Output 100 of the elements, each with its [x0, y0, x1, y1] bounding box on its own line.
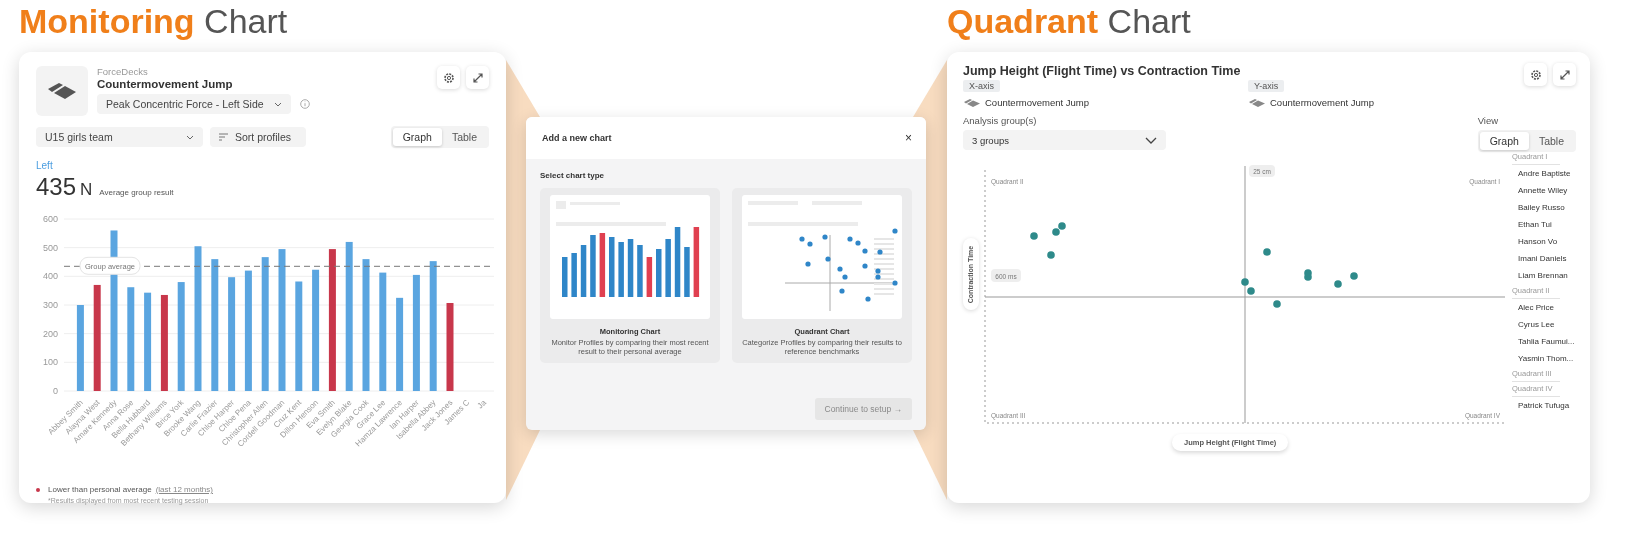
profile-name[interactable]: Liam Brennan: [1512, 267, 1576, 284]
data-point: [892, 228, 898, 234]
placeholder-line: [874, 283, 894, 285]
chevron-icon: [186, 134, 194, 140]
expand-button[interactable]: [466, 66, 489, 89]
section-heading: Monitoring Chart: [19, 1, 289, 42]
field-label: Analysis group(s): [963, 115, 1037, 126]
profile-name[interactable]: Imani Daniels: [1512, 250, 1576, 267]
sort-icon: [219, 133, 229, 141]
bar: [665, 239, 671, 297]
bar: [646, 257, 653, 297]
test-icon: [1248, 97, 1266, 108]
data-point: [825, 256, 831, 262]
bar: [571, 253, 577, 297]
metric-dropdown[interactable]: Peak Concentric Force - Left Side: [97, 94, 291, 114]
data-point: [862, 263, 868, 269]
profile-name[interactable]: Alec Price: [1512, 299, 1576, 316]
data-point: [855, 240, 861, 246]
section-heading: Quadrant Chart: [947, 1, 1192, 42]
profile-name[interactable]: Annette Wiley: [1512, 182, 1576, 199]
dialog-title: Add a new chart: [542, 133, 612, 143]
data-point: [839, 288, 845, 294]
value-caption: Average group result: [99, 188, 174, 197]
side-label: Left: [36, 160, 54, 171]
profile-name[interactable]: Bailey Russo: [1512, 199, 1576, 216]
settings-button[interactable]: [1524, 63, 1547, 86]
bar: [562, 257, 568, 297]
data-point: [1273, 300, 1281, 308]
data-point: [807, 241, 813, 247]
chart-title: Jump Height (Flight Time) vs Contraction Time: [963, 64, 1241, 78]
axis-tick-label: 200: [42, 328, 58, 339]
axis-tick-label: 0: [53, 386, 58, 396]
bar: [599, 233, 606, 297]
data-point: [1030, 232, 1038, 240]
source-name: ForceDecks: [97, 66, 148, 77]
bar: [590, 235, 596, 297]
data-point: [1334, 280, 1342, 288]
data-point: [847, 236, 853, 242]
bar: [609, 237, 615, 297]
legend-label: Lower than personal average: [48, 485, 152, 494]
axis-tick-label: 600: [42, 214, 58, 224]
close-button[interactable]: ×: [905, 131, 912, 145]
test-name: Countermovement Jump: [97, 78, 233, 90]
expand-button[interactable]: [1553, 63, 1576, 86]
axis-tick-label: 400: [42, 271, 58, 282]
data-point: [1047, 251, 1055, 259]
axis-tag: Y-axis: [1248, 80, 1285, 92]
test-icon: [36, 66, 88, 116]
data-point: [1350, 272, 1358, 280]
view-tab[interactable]: Graph: [1479, 132, 1529, 150]
bar: [627, 239, 634, 297]
test-icon: [963, 97, 981, 108]
data-point: [837, 266, 843, 272]
axis-tick-label: 500: [42, 242, 58, 253]
bar: [637, 245, 643, 297]
data-point: [877, 249, 883, 255]
profile-name[interactable]: Patrick Tufuga: [1512, 397, 1576, 414]
section-label: Select chart type: [540, 171, 606, 180]
data-point: [1263, 248, 1271, 256]
axis-tag: X-axis: [963, 80, 1000, 92]
settings-button[interactable]: [437, 66, 460, 89]
period-link[interactable]: (last 12 months): [155, 485, 213, 494]
placeholder-line: [874, 273, 894, 275]
sort-button[interactable]: Sort profiles: [210, 127, 306, 147]
field-label: View: [1477, 115, 1499, 126]
profile-name[interactable]: Yasmin Thom...: [1512, 350, 1576, 367]
bar: [656, 249, 662, 297]
placeholder-line: [874, 248, 894, 250]
profile-name[interactable]: Ethan Tui: [1512, 216, 1576, 233]
axis-category-label: Ja: [475, 398, 488, 411]
data-point: [842, 274, 848, 280]
profile-name[interactable]: Tahlia Faumui...: [1512, 333, 1576, 350]
chevron-icon: [274, 101, 282, 107]
bar: [674, 227, 681, 297]
gear-icon: [1529, 68, 1542, 81]
legend-dot: [36, 487, 40, 492]
view-tab[interactable]: Table: [441, 128, 487, 146]
view-tab[interactable]: Graph: [392, 128, 442, 146]
expand-icon: [471, 71, 484, 84]
bar: [618, 242, 624, 297]
bar: [580, 245, 587, 297]
test-name: Countermovement Jump: [985, 97, 1090, 108]
profile-name[interactable]: Andre Baptiste: [1512, 165, 1576, 182]
test-name: Countermovement Jump: [1270, 97, 1375, 108]
profile-name[interactable]: Hanson Vo: [1512, 233, 1576, 250]
data-point: [865, 296, 871, 302]
data-point: [805, 261, 811, 267]
data-point: [892, 280, 898, 286]
data-point: [822, 234, 828, 240]
data-point: [799, 236, 805, 242]
axis-tick-label: 300: [42, 300, 58, 310]
chevron-icon: [1145, 136, 1157, 144]
expand-icon: [1558, 68, 1571, 81]
group-dropdown[interactable]: U15 girls team: [36, 127, 203, 147]
average-value: 435: [36, 173, 77, 201]
gear-icon: [442, 71, 455, 84]
profile-name[interactable]: Cyrus Lee: [1512, 316, 1576, 333]
view-tab[interactable]: Table: [1528, 132, 1574, 150]
axis-tick-label: 100: [42, 357, 58, 368]
group-dropdown[interactable]: 3 groups: [963, 130, 1166, 150]
